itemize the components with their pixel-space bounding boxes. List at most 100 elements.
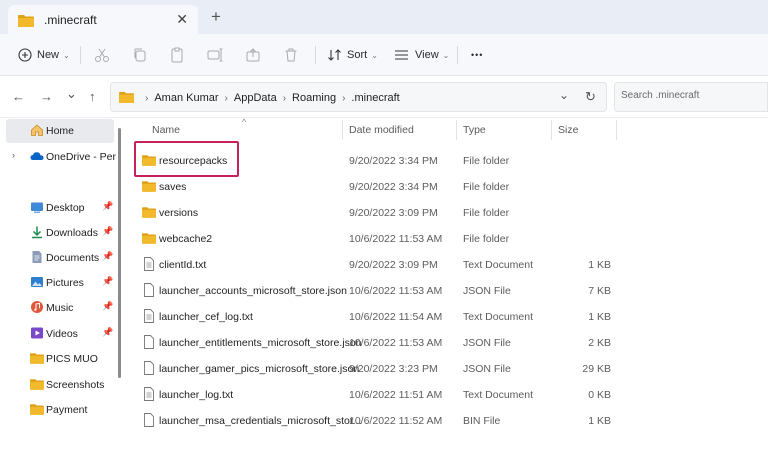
column-size[interactable]: Size [558,124,578,136]
sidebar-label: OneDrive - Perso [46,151,116,163]
rename-icon[interactable] [206,46,224,64]
tab-minecraft[interactable]: .minecraft ✕ [8,5,198,34]
chevron-down-icon: ⌄ [371,50,378,60]
file-row-clientid[interactable]: clientId.txt 9/20/2022 3:09 PM Text Docu… [128,251,768,277]
cut-icon[interactable] [93,46,111,64]
file-row-versions[interactable]: versions 9/20/2022 3:09 PM File folder [128,199,768,225]
column-divider[interactable] [616,120,617,140]
tab-title: .minecraft [44,13,97,27]
divider [80,46,81,64]
breadcrumb-appdata[interactable]: AppData [234,92,277,104]
sidebar-scrollbar[interactable] [118,128,121,378]
address-bar[interactable]: › Aman Kumar › AppData › Roaming › .mine… [110,82,607,112]
column-date-modified[interactable]: Date modified [349,124,414,136]
sidebar-item-desktop[interactable]: Desktop 📌 [0,196,116,220]
file-row-launcher-msa-credentials[interactable]: launcher_msa_credentials_microsoft_stor.… [128,407,768,433]
sidebar-item-downloads[interactable]: Downloads 📌 [0,221,116,245]
picture-icon [31,277,43,287]
file-row-resourcepacks[interactable]: resourcepacks 9/20/2022 3:34 PM File fol… [128,147,768,173]
delete-icon[interactable] [282,46,300,64]
file-name: launcher_msa_credentials_microsoft_stor.… [159,415,362,427]
file-row-launcher-log[interactable]: launcher_log.txt 10/6/2022 11:51 AM Text… [128,381,768,407]
column-name[interactable]: Name [152,124,180,136]
up-button[interactable]: ↑ [89,89,96,104]
share-icon[interactable] [244,46,262,64]
sidebar-item-payment[interactable]: Payment [0,398,116,422]
sidebar-label: Screenshots [46,379,105,391]
forward-button[interactable]: → [40,89,53,104]
file-size: 2 KB [588,337,611,349]
sidebar-item-home[interactable]: Home [6,119,114,143]
file-row-launcher-gamer-pics[interactable]: launcher_gamer_pics_microsoft_store.json… [128,355,768,381]
sort-button[interactable]: Sort ⌄ [327,44,378,66]
search-input[interactable] [621,90,761,101]
music-icon [31,301,43,313]
sidebar-item-documents[interactable]: Documents 📌 [0,246,116,270]
download-icon [32,226,42,239]
view-label: View [415,49,439,61]
sidebar-item-screenshots[interactable]: Screenshots [0,373,116,397]
refresh-button[interactable]: ↻ [585,89,596,105]
breadcrumb-minecraft[interactable]: .minecraft [351,92,399,104]
close-tab-icon[interactable]: ✕ [176,11,188,28]
file-date: 10/6/2022 11:53 AM [349,337,443,349]
file-date: 10/6/2022 11:51 AM [349,389,443,401]
file-type: JSON File [463,337,511,349]
home-icon [31,124,43,136]
file-type: Text Document [463,311,534,323]
file-name: webcache2 [159,233,213,245]
sidebar-item-videos[interactable]: Videos 📌 [0,322,116,346]
file-type: JSON File [463,363,511,375]
recent-locations-button[interactable]: ⌄ [66,86,77,102]
view-button[interactable]: View ⌄ [394,44,449,66]
copy-icon[interactable] [131,46,149,64]
text-document-icon [144,387,154,401]
chevron-down-icon: ⌄ [442,50,450,60]
document-icon [32,251,42,263]
breadcrumb-aman-kumar[interactable]: Aman Kumar [154,92,218,104]
file-name: launcher_gamer_pics_microsoft_store.json [159,363,360,375]
search-box [614,82,768,112]
sidebar-item-onedrive[interactable]: › OneDrive - Perso [0,145,116,169]
sidebar-item-pictures[interactable]: Pictures 📌 [0,271,116,295]
new-button[interactable]: New ⌄ [18,44,70,66]
column-type[interactable]: Type [463,124,486,136]
folder-icon [119,91,134,103]
address-dropdown-button[interactable]: ⌄ [559,88,569,102]
file-icon [144,283,154,297]
column-divider[interactable] [342,120,343,140]
file-name: launcher_cef_log.txt [159,311,253,323]
paste-icon[interactable] [168,46,186,64]
new-tab-button[interactable]: + [211,7,221,27]
file-size: 1 KB [588,259,611,271]
chevron-right-icon: › [224,92,228,104]
sidebar-item-pics-muo[interactable]: PICS MUO [0,347,116,371]
sidebar-label: Documents [46,252,100,264]
file-type: File folder [463,207,510,219]
breadcrumb: › Aman Kumar › AppData › Roaming › .mine… [139,92,400,104]
file-row-webcache2[interactable]: webcache2 10/6/2022 11:53 AM File folder [128,225,768,251]
sidebar-label: PICS MUO [46,353,98,365]
file-type: File folder [463,233,510,245]
chevron-down-icon: ⌄ [63,50,70,60]
file-date: 9/20/2022 3:34 PM [349,181,438,193]
column-divider[interactable] [456,120,457,140]
file-date: 10/6/2022 11:53 AM [349,233,443,245]
sidebar-label: Desktop [46,202,85,214]
file-name: versions [159,207,199,219]
file-type: File folder [463,181,510,193]
file-size: 1 KB [588,415,611,427]
breadcrumb-roaming[interactable]: Roaming [292,92,336,104]
file-row-launcher-cef-log[interactable]: launcher_cef_log.txt 10/6/2022 11:54 AM … [128,303,768,329]
column-divider[interactable] [551,120,552,140]
file-row-saves[interactable]: saves 9/20/2022 3:34 PM File folder [128,173,768,199]
back-button[interactable]: ← [12,89,25,104]
file-row-launcher-accounts[interactable]: launcher_accounts_microsoft_store.json 1… [128,277,768,303]
more-options-button[interactable]: ••• [471,44,483,66]
file-row-launcher-entitlements[interactable]: launcher_entitlements_microsoft_store.js… [128,329,768,355]
title-bar: .minecraft ✕ + [0,0,768,34]
file-icon [144,413,154,427]
sidebar-label: Downloads [46,227,98,239]
command-bar: New ⌄ Sort ⌄ View ⌄ ••• [0,34,768,76]
sidebar-item-music[interactable]: Music 📌 [0,296,116,320]
